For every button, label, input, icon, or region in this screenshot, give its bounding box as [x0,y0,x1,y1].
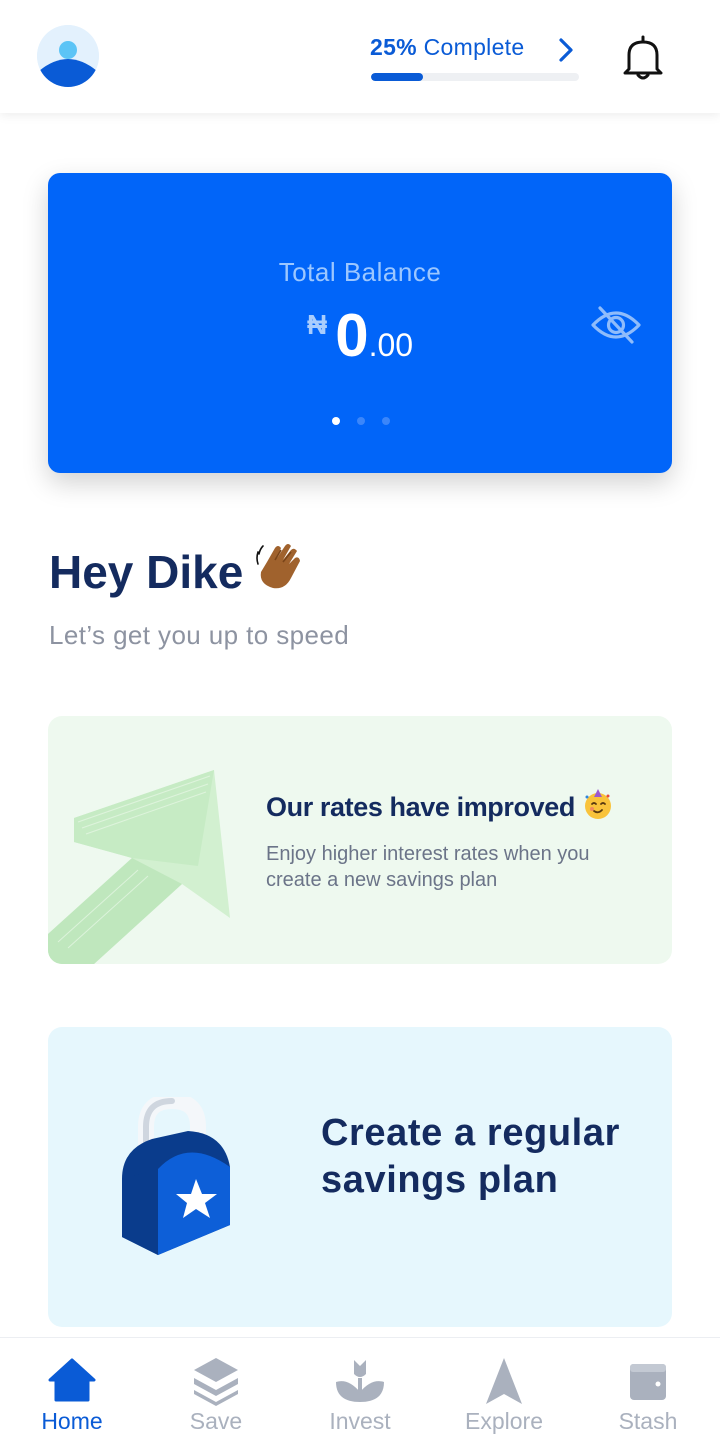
greeting-title: Hey Dike [49,540,307,599]
navigation-icon [486,1358,522,1404]
carousel-dot[interactable] [382,417,390,425]
bell-icon[interactable] [620,33,666,81]
rates-title-text: Our rates have improved [266,792,575,822]
carousel-dot[interactable] [357,417,365,425]
nav-label-explore: Explore [465,1408,543,1434]
balance-title: Total Balance [278,257,442,287]
rates-card-title: Our rates have improved [266,788,614,823]
rates-improved-card[interactable]: Our rates have improved Enjoy higher int… [48,716,672,964]
nav-item-stash[interactable]: Stash [576,1338,720,1439]
greeting-subtitle: Let’s get you up to speed [49,620,350,650]
bottom-navigation: Home Save Invest Explore Stash [0,1337,720,1439]
nav-item-invest[interactable]: Invest [288,1338,432,1439]
arrow-up-illustration [48,770,230,964]
balance-amount: ₦ 0.00 [48,301,672,370]
plant-icon [336,1360,384,1402]
nav-item-explore[interactable]: Explore [432,1338,576,1439]
waving-hand-icon [256,544,301,589]
carousel-dot[interactable] [332,417,340,425]
total-balance-card[interactable]: Total Balance ₦ 0.00 [48,173,672,473]
progress-bar-fill [371,73,423,81]
carousel-dots[interactable] [332,417,390,425]
avatar-icon [37,25,99,87]
progress-bar-track [371,73,579,81]
nav-item-save[interactable]: Save [144,1338,288,1439]
home-icon [48,1358,96,1402]
nav-label-stash: Stash [618,1408,678,1434]
nav-item-home[interactable]: Home [0,1338,144,1439]
padlock-illustration [122,1097,230,1255]
savings-card-title: Create a regular savings plan [321,1112,620,1201]
profile-completion-progress[interactable]: 25% Complete [370,34,580,84]
create-savings-plan-card[interactable]: Create a regular savings plan [48,1027,672,1327]
home-screen: 25% Complete Total Balance ₦ 0.00 Hey Di… [0,0,720,1439]
nav-label-save: Save [189,1408,243,1434]
greeting-text: Hey Dike [49,546,244,598]
nav-label-invest: Invest [329,1408,391,1434]
nav-label-home: Home [41,1408,103,1434]
progress-percent: 25% [370,34,417,60]
amount-whole: 0 [335,302,369,369]
eye-off-icon[interactable] [590,303,642,347]
top-header: 25% Complete [0,0,720,113]
chevron-right-icon [559,38,573,62]
progress-label: 25% Complete [370,34,580,61]
progress-text: Complete [416,34,525,60]
currency-symbol: ₦ [306,309,328,340]
party-face-icon [585,789,612,819]
amount-decimal: .00 [368,327,414,363]
rates-card-text: Enjoy higher interest rates when you cre… [266,843,590,891]
wallet-icon [630,1364,666,1400]
layers-icon [194,1358,238,1406]
profile-avatar[interactable] [37,25,99,87]
